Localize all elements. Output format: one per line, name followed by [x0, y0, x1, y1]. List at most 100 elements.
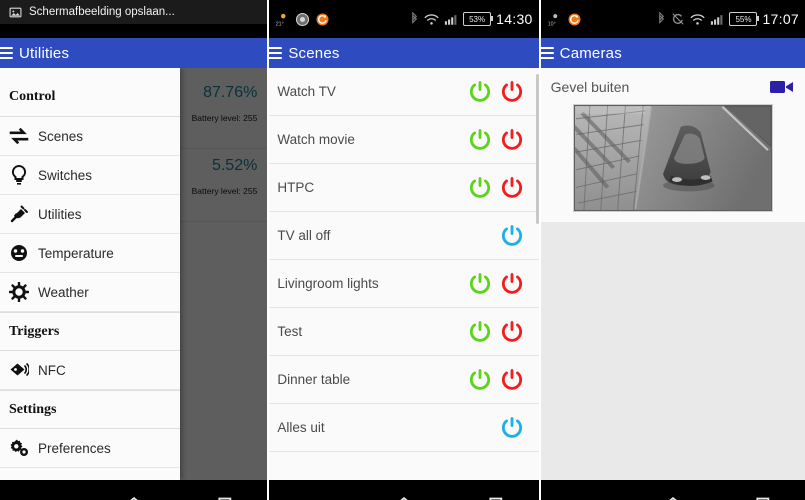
drawer-section-settings: Settings	[0, 390, 180, 429]
sidebar-item-scenes[interactable]: Scenes	[0, 117, 180, 156]
svg-text:10°: 10°	[547, 21, 555, 27]
app-bar-3: Cameras	[540, 38, 805, 68]
home-icon[interactable]	[660, 492, 686, 500]
bluetooth-icon	[659, 12, 665, 24]
app-bar-1: Utilities	[0, 38, 268, 68]
sync-icon	[316, 13, 329, 25]
sun-icon	[9, 282, 29, 302]
list-item[interactable]: Dinner table	[269, 356, 539, 404]
recent-apps-icon[interactable]	[481, 492, 507, 500]
utilities-body: 87.76% Battery level: 255 5.52% Battery …	[0, 68, 268, 480]
scrollbar-track[interactable]	[535, 74, 539, 224]
weather-icon: 21°	[276, 13, 286, 27]
page-title: Scenes	[288, 44, 340, 62]
video-camera-icon[interactable]	[769, 78, 795, 96]
power-toggle-icon[interactable]	[499, 415, 525, 441]
power-off-icon[interactable]	[499, 175, 525, 201]
power-toggle-icon[interactable]	[499, 223, 525, 249]
sidebar-item-switches[interactable]: Switches	[0, 156, 180, 195]
list-item[interactable]: Test	[269, 308, 539, 356]
wifi-icon	[690, 13, 706, 25]
battery-icon: 53%	[463, 12, 494, 26]
back-arrow-icon[interactable]	[572, 492, 598, 500]
drawer-section-control: Control	[0, 78, 180, 117]
power-off-icon[interactable]	[499, 127, 525, 153]
signal-icon	[711, 14, 723, 25]
sidebar-item-label: Preferences	[38, 440, 111, 456]
sync-icon	[568, 13, 581, 25]
sidebar-item-temperature[interactable]: Temperature	[0, 234, 180, 273]
status-bar-3: 10° 55% 17:07	[540, 0, 805, 38]
svg-text:21°: 21°	[276, 21, 284, 27]
status-clock: 14:30	[496, 11, 533, 27]
power-off-icon[interactable]	[499, 367, 525, 393]
power-on-icon[interactable]	[467, 175, 493, 201]
phone-panel-cameras: 10° 55% 17:07 Cameras Gevel buiten	[540, 0, 805, 500]
camera-snapshot[interactable]	[572, 104, 773, 212]
navigation-drawer: Control Scenes Switches Utilities Temper…	[0, 68, 180, 480]
sidebar-item-utilities[interactable]: Utilities	[0, 195, 180, 234]
scene-name: Alles uit	[277, 420, 325, 435]
power-on-icon[interactable]	[467, 127, 493, 153]
list-item[interactable]: Watch TV	[269, 68, 539, 116]
hamburger-icon[interactable]	[269, 46, 283, 60]
list-item[interactable]: TV all off	[269, 212, 539, 260]
phone-panel-utilities: Schermafbeelding opslaan... Utilities 87…	[0, 0, 268, 500]
drawer-section-triggers: Triggers	[0, 312, 180, 351]
power-on-icon[interactable]	[467, 319, 493, 345]
recent-apps-icon[interactable]	[748, 492, 774, 500]
power-off-icon[interactable]	[499, 79, 525, 105]
image-icon	[9, 7, 22, 17]
sidebar-item-label: Temperature	[38, 245, 114, 261]
hamburger-icon[interactable]	[540, 46, 554, 60]
home-icon[interactable]	[391, 492, 417, 500]
home-icon[interactable]	[121, 492, 147, 500]
page-title: Utilities	[19, 44, 70, 62]
scene-name: Dinner table	[277, 372, 351, 387]
power-on-icon[interactable]	[467, 367, 493, 393]
arrows-exchange-icon	[9, 126, 29, 146]
weather-icon: 10°	[547, 13, 557, 27]
list-item[interactable]: Watch movie	[269, 116, 539, 164]
camera-header: Gevel buiten	[551, 74, 795, 100]
sidebar-item-label: NFC	[38, 362, 66, 378]
android-nav-bar-2	[269, 480, 539, 500]
scenes-list: Watch TV Watch movie HTPC TV all off Liv…	[269, 68, 539, 480]
screenshot-notification[interactable]: Schermafbeelding opslaan...	[0, 0, 268, 24]
notification-text: Schermafbeelding opslaan...	[29, 6, 175, 18]
android-nav-bar-3	[540, 480, 805, 500]
sidebar-item-nfc[interactable]: NFC	[0, 351, 180, 390]
scene-name: Livingroom lights	[277, 276, 379, 291]
list-item[interactable]: HTPC	[269, 164, 539, 212]
scene-name: Watch TV	[277, 84, 336, 99]
app-circle-icon	[296, 12, 310, 26]
power-on-icon[interactable]	[467, 271, 493, 297]
drawer-top-spacer	[0, 68, 180, 78]
sidebar-item-label: Utilities	[38, 206, 82, 222]
list-item[interactable]: Livingroom lights	[269, 260, 539, 308]
power-off-icon[interactable]	[499, 319, 525, 345]
gauge-icon	[9, 243, 29, 263]
tag-icon	[9, 360, 29, 380]
power-off-icon[interactable]	[499, 271, 525, 297]
recent-apps-icon[interactable]	[210, 492, 236, 500]
back-arrow-icon[interactable]	[32, 492, 58, 500]
list-item[interactable]: Alles uit	[269, 404, 539, 452]
scene-name: Watch movie	[277, 132, 355, 147]
sidebar-item-label: Weather	[38, 284, 89, 300]
wifi-icon	[424, 13, 439, 25]
sidebar-item-preferences[interactable]: Preferences	[0, 429, 180, 468]
scene-name: Test	[277, 324, 303, 339]
back-arrow-icon[interactable]	[301, 492, 327, 500]
camera-card[interactable]: Gevel buiten	[540, 68, 805, 222]
status-bar-2: 21° 53% 14:30	[269, 0, 539, 38]
app-bar-2: Scenes	[269, 38, 539, 68]
phone-panel-scenes: 21° 53% 14:30 Scenes Watch TV Watch movi…	[267, 0, 541, 500]
sidebar-item-label: Switches	[38, 167, 93, 183]
power-on-icon[interactable]	[467, 79, 493, 105]
sidebar-item-weather[interactable]: Weather	[0, 273, 180, 312]
page-title: Cameras	[559, 44, 622, 62]
gears-icon	[9, 438, 29, 458]
battery-icon: 55%	[729, 12, 760, 26]
hamburger-icon[interactable]	[0, 46, 13, 60]
